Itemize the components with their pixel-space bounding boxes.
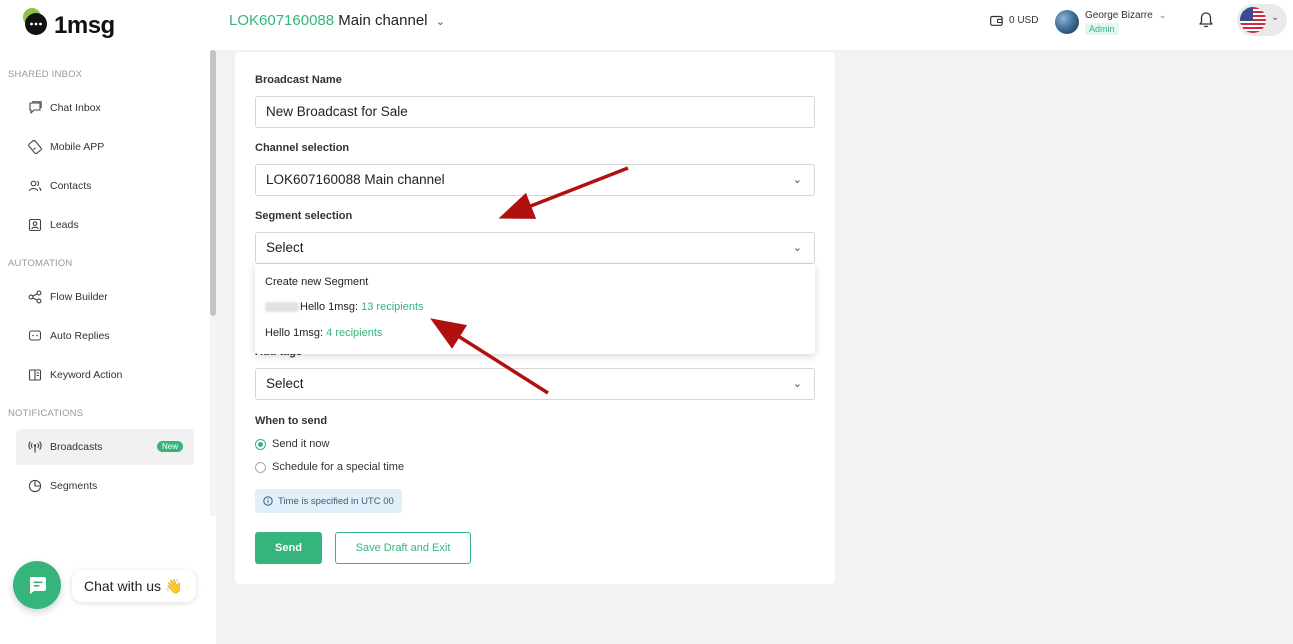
timezone-note: Time is specified in UTC 00 (255, 489, 402, 513)
sidebar-item-label: Flow Builder (50, 291, 108, 303)
auto-replies-icon (28, 330, 42, 341)
sidebar-item-leads[interactable]: Leads (16, 207, 194, 243)
timezone-note-text: Time is specified in UTC 00 (278, 495, 394, 507)
broadcast-form-card: Broadcast Name New Broadcast for Sale Ch… (235, 52, 835, 584)
sidebar-item-label: Auto Replies (50, 330, 110, 342)
sidebar-scrollbar[interactable] (210, 50, 216, 516)
channel-selection-label: Channel selection (255, 142, 350, 154)
segment-option[interactable]: Hello 1msg: 4 recipients (265, 327, 382, 339)
chat-widget-button[interactable] (13, 561, 61, 609)
channel-select[interactable]: LOK607160088 Main channel ⌄ (255, 164, 815, 196)
segment-option-recipients: 4 recipients (326, 327, 383, 339)
sidebar-item-mobile-app[interactable]: Mobile APP (16, 129, 194, 165)
schedule-label: Schedule for a special time (272, 461, 405, 473)
us-flag-icon (1240, 7, 1266, 33)
waving-hand-icon: 👋 (164, 578, 183, 594)
user-name: George Bizarre (1085, 10, 1153, 21)
sidebar-item-segments[interactable]: Segments (16, 468, 194, 504)
sidebar-item-label: Keyword Action (50, 369, 123, 381)
send-now-label: Send it now (272, 438, 330, 450)
tags-select-value: Select (266, 376, 304, 391)
bell-icon[interactable] (1197, 11, 1215, 29)
flow-builder-icon (28, 290, 42, 304)
top-header: 1msg LOK607160088 Main channel ⌄ 0 USD G… (0, 0, 1293, 50)
send-button[interactable]: Send (255, 532, 322, 564)
sidebar-item-auto-replies[interactable]: Auto Replies (16, 318, 194, 354)
segment-select-value: Select (266, 240, 304, 255)
broadcast-name-input[interactable]: New Broadcast for Sale (255, 96, 815, 128)
segment-dropdown-menu: Create new Segment Hello 1msg: 13 recipi… (255, 264, 815, 354)
keyword-action-icon (28, 369, 42, 381)
sidebar-item-flow-builder[interactable]: Flow Builder (16, 279, 194, 315)
segment-select[interactable]: Select ⌄ (255, 232, 815, 264)
channel-select-value: LOK607160088 Main channel (266, 172, 445, 187)
channel-switcher[interactable]: LOK607160088 Main channel ⌄ (229, 12, 445, 29)
balance-amount: 0 USD (1009, 15, 1039, 26)
chevron-down-icon: ⌄ (1158, 10, 1167, 20)
new-badge: New (157, 441, 184, 452)
user-name-row: George Bizarre ⌄ (1085, 10, 1166, 21)
leads-icon (28, 218, 42, 232)
wallet-icon (990, 15, 1003, 26)
send-now-radio[interactable]: Send it now (255, 438, 329, 450)
balance-display[interactable]: 0 USD (990, 15, 1038, 26)
sidebar-item-label: Segments (50, 480, 98, 492)
radio-checked-icon (255, 438, 266, 450)
redacted-text (265, 302, 299, 313)
brand-name: 1msg (54, 12, 115, 39)
sidebar-item-label: Broadcasts (50, 441, 103, 453)
sidebar-item-contacts[interactable]: Contacts (16, 168, 194, 204)
info-icon (263, 496, 273, 506)
avatar (1055, 10, 1079, 34)
sidebar-item-label: Mobile APP (50, 141, 105, 153)
mobile-app-icon (28, 140, 42, 154)
channel-id: LOK607160088 (229, 12, 335, 29)
language-switcher[interactable]: ⌄ (1237, 4, 1287, 36)
segment-option-name: Hello 1msg: (300, 301, 359, 313)
chevron-down-icon: ⌄ (1271, 12, 1280, 23)
chat-with-us-label[interactable]: Chat with us 👋 (72, 570, 196, 602)
contacts-icon (28, 180, 42, 192)
segments-icon (28, 479, 42, 493)
schedule-radio[interactable]: Schedule for a special time (255, 461, 404, 473)
user-menu[interactable]: George Bizarre ⌄ Admin (1055, 8, 1175, 38)
section-label-automation: AUTOMATION (8, 258, 73, 269)
sidebar: SHARED INBOX Chat Inbox Mobile APP Conta… (0, 50, 216, 644)
segment-selection-label: Segment selection (255, 210, 353, 222)
sidebar-item-chat-inbox[interactable]: Chat Inbox (16, 90, 194, 126)
broadcast-icon (28, 441, 42, 453)
when-to-send-label: When to send (255, 415, 328, 427)
sidebar-item-label: Contacts (50, 180, 92, 192)
segment-option-recipients: 13 recipients (361, 301, 424, 313)
chat-inbox-icon (29, 101, 42, 114)
save-draft-button[interactable]: Save Draft and Exit (335, 532, 471, 564)
chevron-down-icon: ⌄ (792, 242, 802, 254)
sidebar-item-broadcasts[interactable]: Broadcasts New (16, 429, 194, 465)
section-label-notifications: NOTIFICATIONS (8, 408, 84, 419)
segment-option-name: Hello 1msg: (265, 327, 324, 339)
sidebar-item-keyword-action[interactable]: Keyword Action (16, 357, 194, 393)
chevron-down-icon: ⌄ (792, 378, 802, 390)
chat-with-us-text: Chat with us (84, 578, 162, 594)
channel-name: Main channel (338, 12, 428, 29)
radio-unchecked-icon (255, 461, 266, 473)
segment-option-create[interactable]: Create new Segment (265, 276, 368, 288)
logo-icon (23, 8, 47, 35)
chat-bubble-icon (30, 577, 46, 594)
role-badge: Admin (1085, 23, 1119, 35)
chevron-down-icon: ⌄ (792, 174, 802, 186)
chevron-down-icon: ⌄ (435, 16, 445, 28)
sidebar-item-label: Chat Inbox (50, 102, 101, 114)
scrollbar-thumb[interactable] (210, 50, 216, 316)
segment-option-name: Create new Segment (265, 276, 369, 288)
section-label-shared-inbox: SHARED INBOX (8, 69, 83, 80)
sidebar-item-label: Leads (50, 219, 79, 231)
broadcast-name-label: Broadcast Name (255, 74, 342, 86)
brand-logo[interactable]: 1msg (20, 8, 120, 42)
segment-option[interactable]: Hello 1msg: 13 recipients (265, 301, 424, 313)
tags-select[interactable]: Select ⌄ (255, 368, 815, 400)
